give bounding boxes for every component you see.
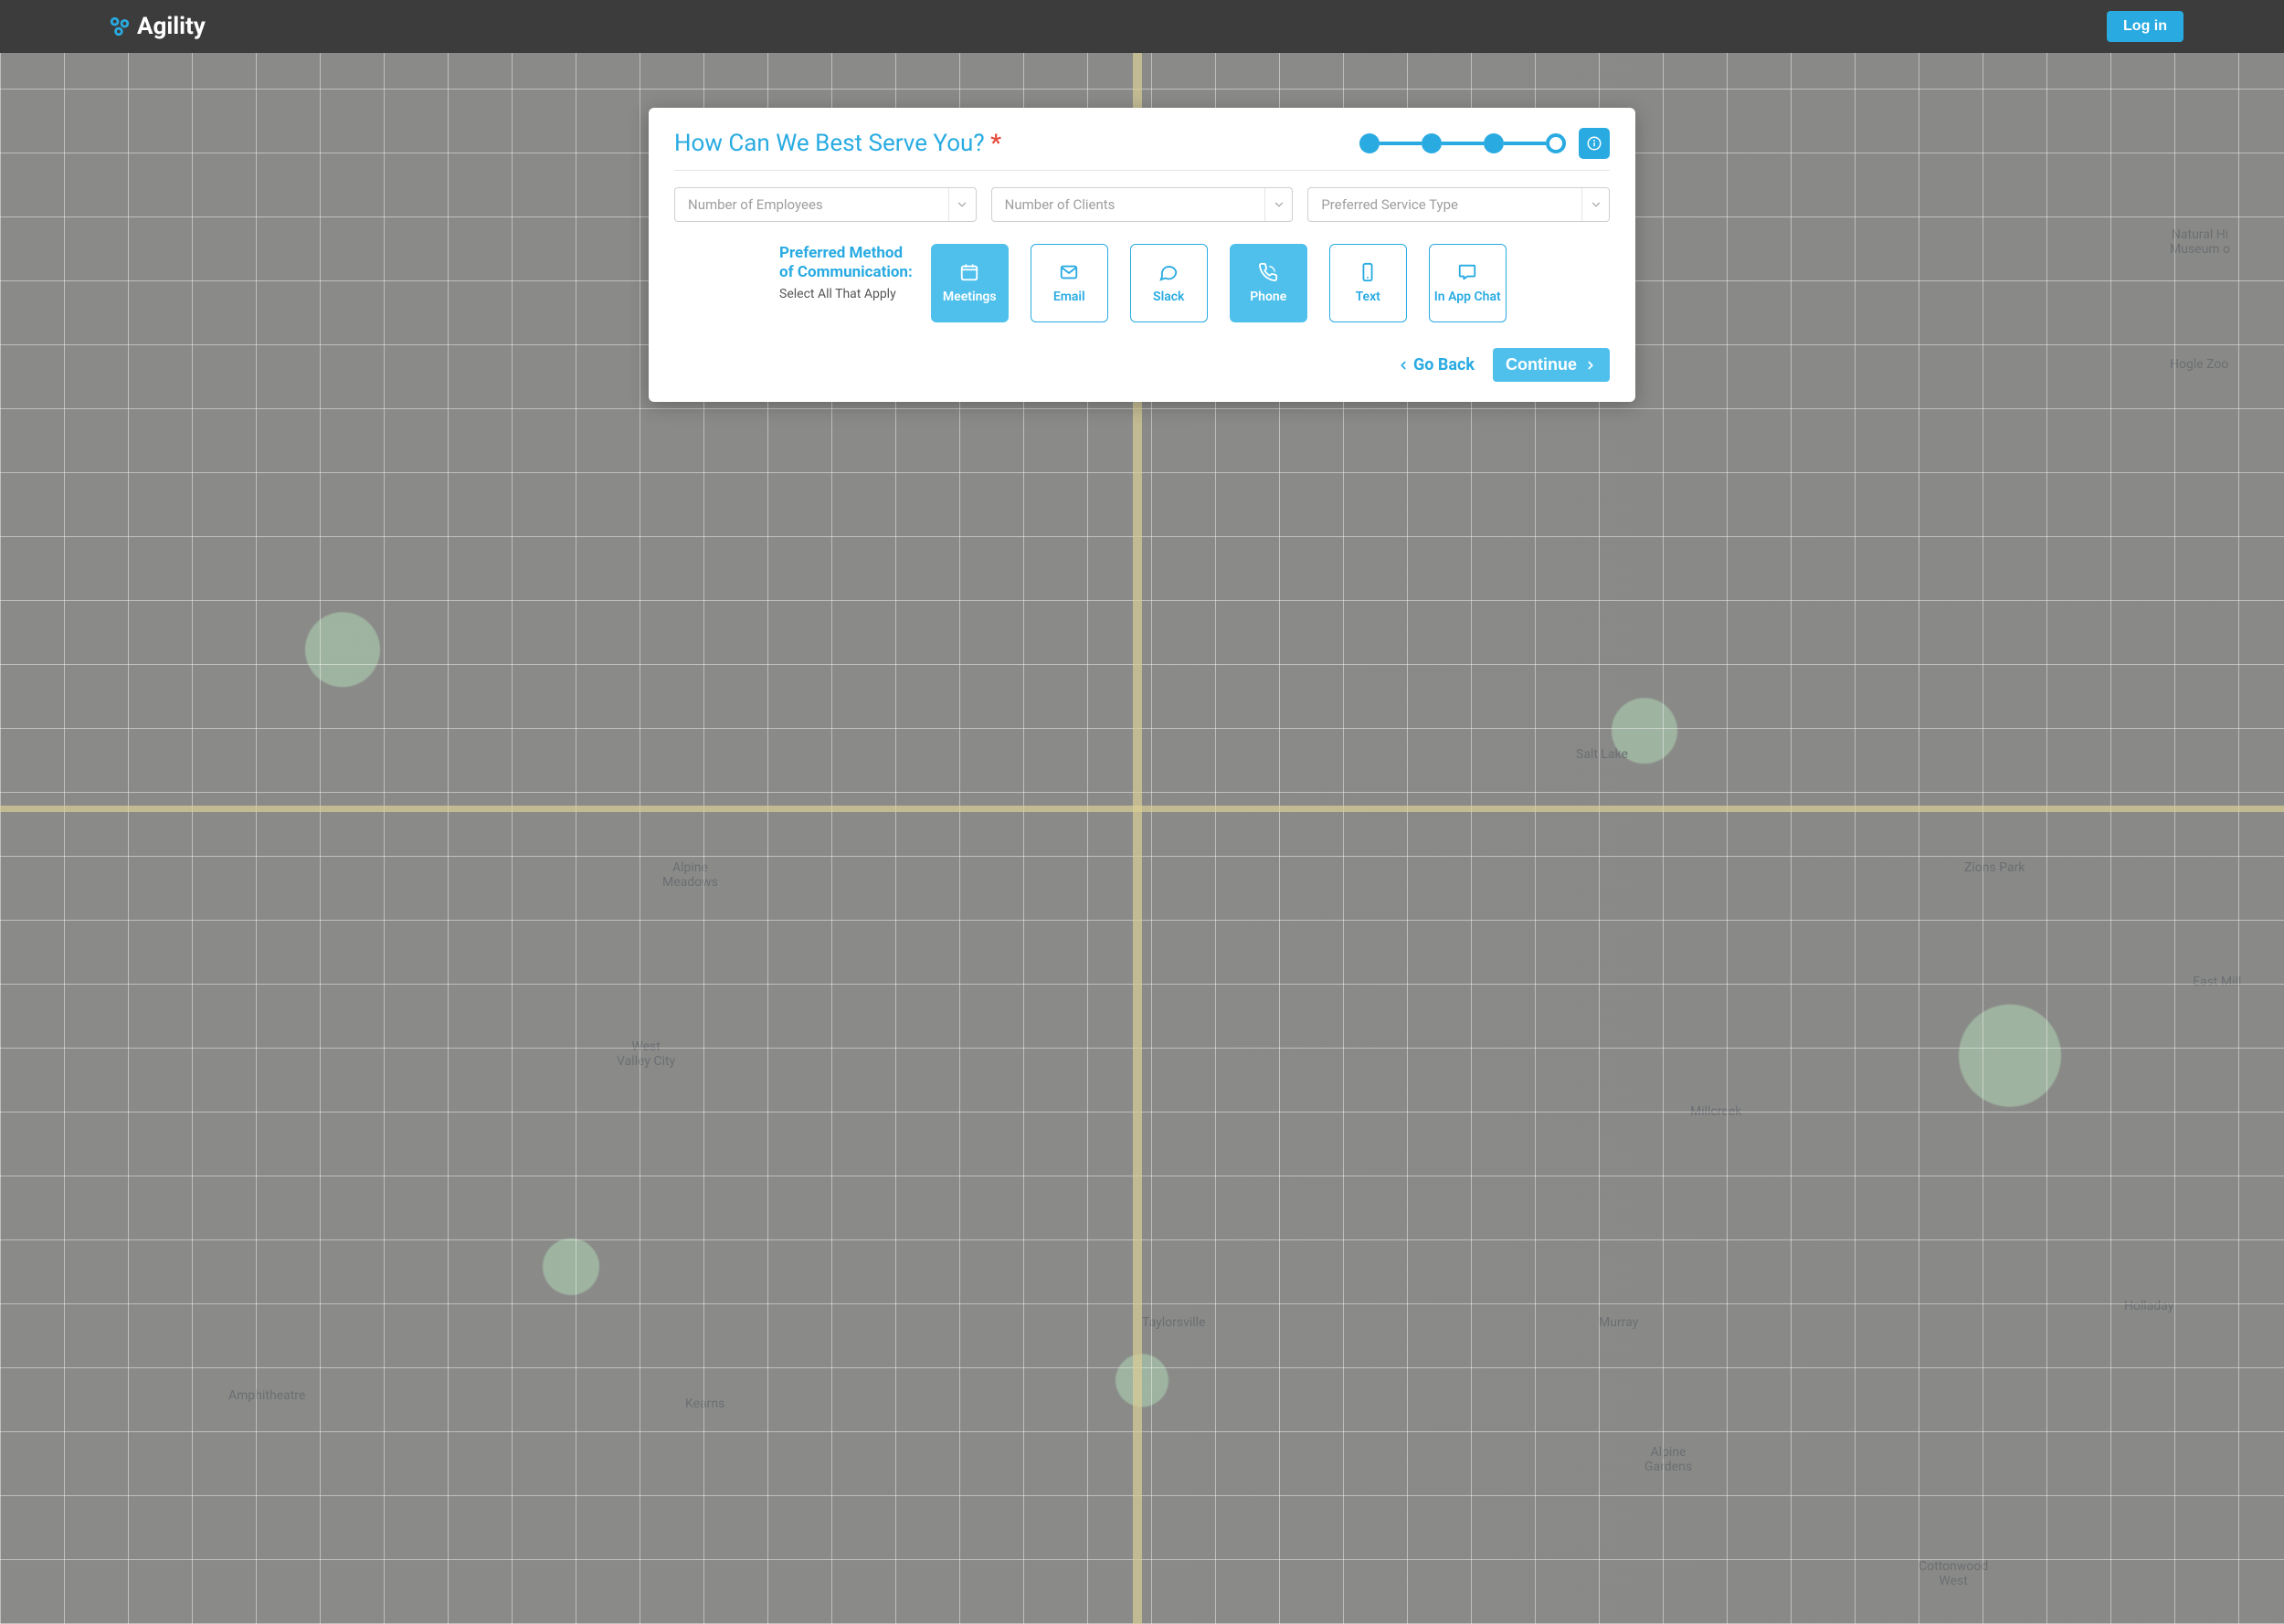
- comm-subtext: Select All That Apply: [779, 287, 913, 301]
- employees-select[interactable]: Number of Employees: [674, 187, 977, 222]
- map-label: Murray: [1599, 1315, 1638, 1330]
- step-dot-4: [1546, 133, 1566, 153]
- option-in-app-chat[interactable]: In App Chat: [1429, 244, 1507, 322]
- divider: [674, 170, 1610, 171]
- select-placeholder: Preferred Service Type: [1321, 196, 1458, 213]
- option-label: Meetings: [943, 290, 997, 304]
- communication-label: Preferred Method of Communication: Selec…: [779, 244, 913, 301]
- onboarding-modal: How Can We Best Serve You? *: [649, 108, 1635, 402]
- chevron-down-icon: [1581, 188, 1609, 221]
- calendar-icon: [959, 262, 979, 282]
- map-label: Alpine Meadows: [662, 860, 718, 890]
- chevron-left-icon: [1397, 359, 1410, 372]
- go-back-label: Go Back: [1413, 355, 1475, 374]
- modal-title: How Can We Best Serve You? *: [674, 130, 1001, 157]
- comm-heading-line2: of Communication:: [779, 263, 913, 281]
- chat-icon: [1158, 262, 1179, 282]
- select-placeholder: Number of Employees: [688, 196, 823, 213]
- map-label: Millcreek: [1690, 1104, 1741, 1119]
- option-slack[interactable]: Slack: [1130, 244, 1208, 322]
- option-meetings[interactable]: Meetings: [931, 244, 1009, 322]
- go-back-button[interactable]: Go Back: [1397, 355, 1475, 374]
- option-email[interactable]: Email: [1031, 244, 1108, 322]
- map-label: Cottonwood West: [1919, 1559, 1988, 1588]
- step-bar: [1380, 142, 1422, 145]
- map-label: East Mill: [2193, 975, 2241, 989]
- map-label: Salt Lake: [1576, 747, 1628, 762]
- info-icon: [1586, 135, 1602, 152]
- map-label: Natural Hi Museum o: [2170, 227, 2230, 257]
- map-label: Alpine Gardens: [1644, 1445, 1692, 1474]
- brand-logo[interactable]: Agility: [108, 13, 206, 40]
- map-label: Holladay: [2124, 1299, 2173, 1313]
- option-label: Phone: [1250, 290, 1286, 304]
- info-button[interactable]: [1579, 128, 1610, 159]
- chevron-down-icon: [948, 188, 976, 221]
- map-label: Hogle Zoo: [2170, 357, 2228, 372]
- login-button[interactable]: Log in: [2107, 11, 2184, 42]
- chain-icon: [108, 15, 132, 38]
- option-label: Email: [1053, 290, 1085, 304]
- map-label: Zions Park: [1964, 860, 2025, 875]
- select-placeholder: Number of Clients: [1005, 196, 1116, 213]
- mobile-icon: [1358, 262, 1378, 282]
- map-label: Taylorsville: [1142, 1315, 1206, 1330]
- message-icon: [1457, 262, 1477, 282]
- mail-icon: [1059, 262, 1079, 282]
- option-label: Slack: [1153, 290, 1184, 304]
- chevron-right-icon: [1584, 359, 1597, 372]
- modal-title-text: How Can We Best Serve You?: [674, 130, 985, 157]
- continue-button[interactable]: Continue: [1493, 348, 1610, 382]
- service-type-select[interactable]: Preferred Service Type: [1307, 187, 1610, 222]
- required-asterisk: *: [990, 130, 1001, 157]
- top-header: Agility Log in: [0, 0, 2284, 53]
- map-label: Amphitheatre: [228, 1388, 305, 1403]
- communication-options: Meetings Email Slack Phone: [931, 244, 1507, 322]
- clients-select[interactable]: Number of Clients: [991, 187, 1294, 222]
- chevron-down-icon: [1264, 188, 1292, 221]
- step-dot-3: [1484, 133, 1504, 153]
- step-dot-1: [1359, 133, 1380, 153]
- step-bar: [1442, 142, 1484, 145]
- brand-text: Agility: [137, 13, 206, 40]
- progress-stepper: [1359, 133, 1566, 153]
- step-dot-2: [1422, 133, 1442, 153]
- option-label: In App Chat: [1434, 290, 1501, 304]
- phone-icon: [1258, 262, 1278, 282]
- option-phone[interactable]: Phone: [1230, 244, 1307, 322]
- option-text[interactable]: Text: [1329, 244, 1407, 322]
- comm-heading-line1: Preferred Method: [779, 244, 903, 262]
- map-label: West Valley City: [617, 1039, 675, 1069]
- step-bar: [1504, 142, 1546, 145]
- option-label: Text: [1356, 290, 1380, 304]
- map-label: Kearns: [685, 1397, 724, 1411]
- continue-label: Continue: [1506, 355, 1577, 374]
